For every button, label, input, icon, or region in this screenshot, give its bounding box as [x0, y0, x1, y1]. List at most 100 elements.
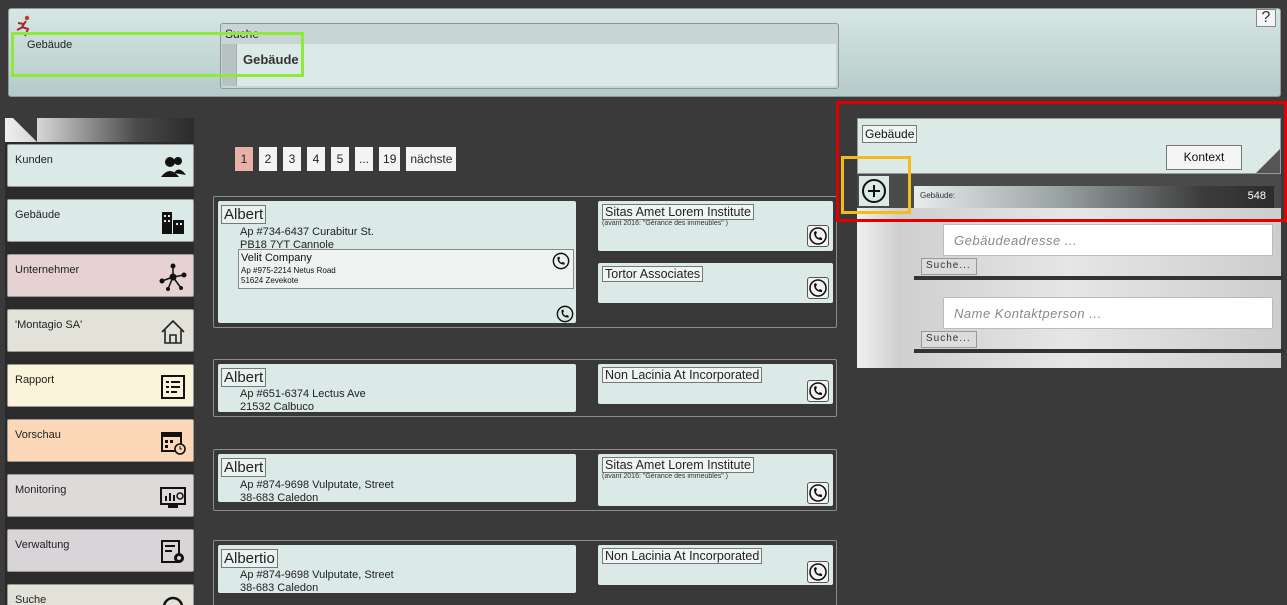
- report-icon: [161, 375, 185, 399]
- page-1[interactable]: 1: [235, 147, 253, 171]
- company-card[interactable]: Non Lacinia At Incorporated: [598, 364, 833, 404]
- sidebar-item-label: Gebäude: [15, 209, 61, 221]
- company-name[interactable]: Sitas Amet Lorem Institute: [602, 457, 754, 473]
- company-note: (avant 2016: "Gérance des immeubles" ): [602, 473, 728, 480]
- calendar-icon: [161, 432, 186, 455]
- person-address: Ap #651-6374 Lectus Ave 21532 Calbuco: [240, 388, 366, 414]
- sidebar-item-gebaeude[interactable]: Gebäude: [7, 199, 194, 242]
- address-line: 21532 Calbuco: [240, 401, 315, 413]
- person-card[interactable]: Albert Ap #651-6374 Lectus Ave 21532 Cal…: [218, 364, 576, 414]
- result-card: Albert Ap #734-6437 Curabitur St. PB18 7…: [213, 196, 837, 328]
- sidebar-item-label: Vorschau: [15, 429, 61, 441]
- phone-button[interactable]: [807, 561, 829, 583]
- company-card[interactable]: Sitas Amet Lorem Institute (avant 2016: …: [598, 454, 833, 506]
- page-5[interactable]: 5: [331, 147, 349, 171]
- phone-icon: [809, 563, 827, 581]
- sub-company-line: Ap #975-2214 Netus Road: [241, 266, 336, 275]
- phone-button[interactable]: [807, 380, 829, 402]
- person-name[interactable]: Albert: [221, 205, 267, 224]
- person-card[interactable]: Albertio Ap #874-9698 Vulputate, Street …: [218, 545, 576, 595]
- fold-corner-icon[interactable]: [13, 118, 37, 142]
- sidebar-item-label: Verwaltung: [15, 539, 70, 551]
- person-name[interactable]: Albertio: [221, 549, 278, 568]
- building-icon: [162, 212, 184, 234]
- company-name[interactable]: Non Lacinia At Incorporated: [602, 367, 763, 383]
- page-19[interactable]: 19: [379, 147, 401, 171]
- home-icon: [161, 319, 185, 344]
- company-name[interactable]: Non Lacinia At Incorporated: [602, 548, 763, 564]
- sidebar-item-verwaltung[interactable]: Verwaltung: [7, 529, 194, 572]
- person-address: Ap #874-9698 Vulputate, Street 38-683 Ca…: [240, 479, 394, 505]
- page-ellipsis[interactable]: ...: [355, 147, 374, 171]
- building-address-input[interactable]: Gebäudeadresse ...: [943, 224, 1273, 256]
- company-card[interactable]: Tortor Associates: [598, 263, 833, 303]
- address-line: Ap #651-6374 Lectus Ave: [240, 388, 366, 400]
- add-button-highlight: [841, 156, 911, 214]
- address-line: 38-683 Caledon: [240, 582, 319, 594]
- company-name[interactable]: Sitas Amet Lorem Institute: [602, 204, 754, 220]
- phone-button[interactable]: [807, 482, 829, 504]
- sub-company-card[interactable]: Velit Company Ap #975-2214 Netus Road 51…: [238, 249, 574, 289]
- result-card: Albert Ap #874-9698 Vulputate, Street 38…: [213, 449, 837, 511]
- breadcrumb-highlight: [11, 32, 304, 77]
- company-card[interactable]: Sitas Amet Lorem Institute (avant 2016: …: [598, 201, 833, 251]
- help-button[interactable]: ?: [1256, 9, 1276, 27]
- sidebar-item-label: Suche: [15, 594, 47, 605]
- sidebar-item-kunden[interactable]: Kunden: [7, 144, 194, 187]
- admin-icon: [161, 540, 184, 563]
- search-button[interactable]: Suche...: [921, 258, 977, 275]
- person-address: Ap #874-9698 Vulputate, Street 38-683 Ca…: [240, 569, 394, 595]
- search-icon: [162, 596, 184, 605]
- sidebar-item-rapport[interactable]: Rapport: [7, 364, 194, 407]
- page-3[interactable]: 3: [283, 147, 301, 171]
- sidebar-item-montagio[interactable]: 'Montagio SA': [7, 309, 194, 352]
- next-page-button[interactable]: nächste: [406, 147, 457, 171]
- search-button[interactable]: Suche...: [921, 331, 977, 348]
- address-line: 38-683 Caledon: [240, 492, 319, 504]
- sidebar-item-label: Unternehmer: [15, 264, 80, 276]
- sub-company-line: 51624 Zevekote: [241, 276, 299, 285]
- phone-button[interactable]: [807, 225, 829, 247]
- company-card[interactable]: Non Lacinia At Incorporated: [598, 545, 833, 585]
- phone-icon[interactable]: [552, 252, 570, 270]
- company-note: (avant 2016: "Gérance des immeubles" ): [602, 220, 728, 227]
- page-2[interactable]: 2: [259, 147, 277, 171]
- pagination: 1 2 3 4 5 ... 19 nächste: [235, 147, 457, 171]
- result-card: Albert Ap #651-6374 Lectus Ave 21532 Cal…: [213, 359, 837, 417]
- address-line: Ap #874-9698 Vulputate, Street: [240, 479, 394, 491]
- phone-icon: [809, 484, 827, 502]
- result-card: Albertio Ap #874-9698 Vulputate, Street …: [213, 540, 837, 605]
- sidebar-item-unternehmer[interactable]: Unternehmer: [7, 254, 194, 297]
- network-icon: [159, 263, 187, 291]
- address-line: Ap #734-6437 Curabitur St.: [240, 226, 374, 238]
- sub-company-name: Velit Company: [241, 252, 312, 264]
- contact-person-input[interactable]: Name Kontaktperson ...: [943, 297, 1273, 329]
- company-name[interactable]: Tortor Associates: [602, 266, 704, 282]
- phone-icon: [809, 279, 827, 297]
- sidebar-item-label: Rapport: [15, 374, 55, 386]
- divider: [914, 349, 1284, 353]
- phone-icon: [809, 227, 827, 245]
- sidebar-item-suche[interactable]: Suche: [7, 584, 194, 605]
- divider: [914, 276, 1284, 280]
- person-name[interactable]: Albert: [221, 368, 267, 387]
- monitor-icon: [160, 487, 186, 508]
- users-icon: [161, 157, 186, 177]
- sidebar-item-monitoring[interactable]: Monitoring: [7, 474, 194, 517]
- sidebar-header: [5, 118, 194, 142]
- phone-icon: [809, 382, 827, 400]
- search-field[interactable]: [236, 44, 836, 86]
- sidebar-item-label: Monitoring: [15, 484, 67, 496]
- phone-button[interactable]: [807, 277, 829, 299]
- sidebar: Kunden Gebäude Unternehmer 'Montagio SA'…: [5, 118, 194, 605]
- person-card[interactable]: Albert Ap #734-6437 Curabitur St. PB18 7…: [218, 201, 576, 323]
- search-box[interactable]: Suche Gebäude: [220, 23, 839, 89]
- sidebar-item-label: 'Montagio SA': [15, 319, 83, 331]
- person-card[interactable]: Albert Ap #874-9698 Vulputate, Street 38…: [218, 454, 576, 505]
- address-line: Ap #874-9698 Vulputate, Street: [240, 569, 394, 581]
- page-4[interactable]: 4: [307, 147, 325, 171]
- panel-filters: Gebäudeadresse ... Suche... Name Kontakt…: [857, 208, 1284, 368]
- phone-icon[interactable]: [556, 305, 574, 323]
- person-name[interactable]: Albert: [221, 458, 267, 477]
- sidebar-item-vorschau[interactable]: Vorschau: [7, 419, 194, 462]
